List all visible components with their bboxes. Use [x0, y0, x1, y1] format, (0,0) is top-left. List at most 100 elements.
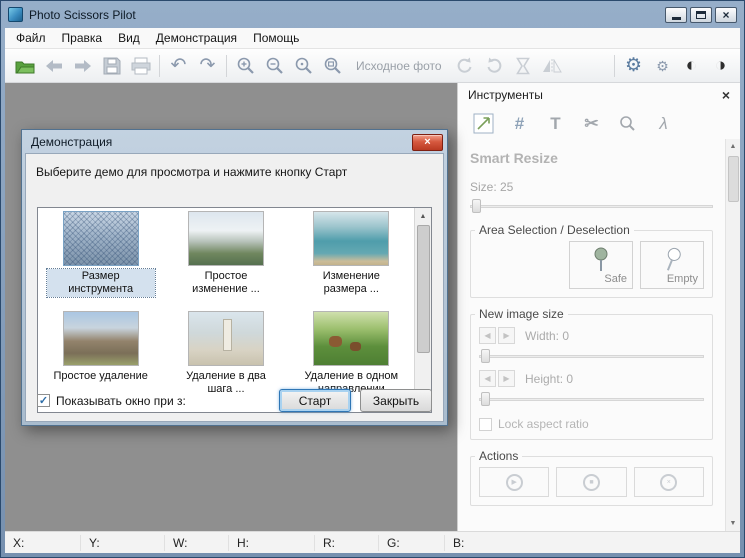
slider-thumb[interactable]: [481, 349, 490, 363]
zoom-in-button[interactable]: [231, 52, 260, 79]
minimize-button[interactable]: [665, 6, 687, 23]
demo-caption: Простое удаление: [53, 370, 148, 382]
dialog-body: Выберите демо для просмотра и нажмите кн…: [25, 153, 444, 422]
status-y: Y:: [81, 534, 165, 551]
back-arrow-icon: [45, 59, 62, 72]
hourglass-button[interactable]: [509, 52, 538, 79]
height-increase-button[interactable]: ▶: [498, 370, 515, 387]
scrollbar-thumb[interactable]: [416, 225, 430, 353]
empty-button[interactable]: Empty: [640, 241, 704, 289]
demo-thumbnail: [62, 311, 139, 366]
stop-button[interactable]: ■: [556, 467, 627, 497]
zoom-actual-button[interactable]: [289, 52, 318, 79]
undo-button[interactable]: ↶: [164, 52, 193, 79]
lock-aspect-checkbox[interactable]: [479, 417, 492, 431]
smart-resize-title: Smart Resize: [470, 150, 558, 166]
dialog-footer: ✓ Показывать окно при з: Старт Закрыть: [37, 389, 432, 412]
size-slider[interactable]: [470, 198, 713, 214]
width-increase-button[interactable]: ▶: [498, 327, 515, 344]
scroll-down-icon[interactable]: ▼: [726, 516, 741, 531]
text-tool-button[interactable]: T: [542, 110, 569, 137]
demo-thumbnail: [313, 211, 390, 266]
dialog-close-action-button[interactable]: Закрыть: [360, 389, 432, 412]
titlebar: Photo Scissors Pilot ×: [1, 1, 744, 28]
scissors-tool-button[interactable]: ✂: [578, 110, 605, 137]
panel-header: Инструменты ×: [458, 83, 740, 105]
window-controls: ×: [665, 6, 737, 23]
scrollbar-thumb[interactable]: [727, 156, 739, 202]
grid-tool-button[interactable]: #: [506, 110, 533, 137]
maximize-icon: [696, 10, 706, 19]
menu-help[interactable]: Помощь: [245, 29, 307, 47]
close-button[interactable]: ×: [715, 6, 737, 23]
slider-thumb[interactable]: [472, 199, 481, 213]
dialog-close-button[interactable]: ×: [412, 133, 443, 151]
actions-group-title: Actions: [475, 449, 523, 463]
settings-button[interactable]: ⚙: [619, 52, 648, 79]
height-slider[interactable]: [479, 391, 704, 407]
right-arrow-icon: ▶: [503, 374, 510, 383]
invert-icon: ◑: [714, 55, 727, 76]
grid-tool-icon: #: [514, 114, 525, 133]
actions-group: Actions ▶ ■ ×: [470, 449, 713, 506]
print-button[interactable]: [126, 52, 155, 79]
tool-buttons-row: # T ✂ λ: [458, 105, 740, 142]
toolbar-separator: [226, 54, 227, 77]
play-button[interactable]: ▶: [479, 467, 550, 497]
menu-view[interactable]: Вид: [110, 29, 148, 47]
status-g: G:: [379, 534, 445, 551]
show-on-start-checkbox[interactable]: ✓: [37, 394, 50, 407]
rotate-cw-icon: [487, 57, 502, 73]
menu-demo[interactable]: Демонстрация: [148, 29, 245, 47]
path-tool-icon: λ: [659, 114, 668, 133]
width-slider[interactable]: [479, 348, 704, 364]
panel-close-button[interactable]: ×: [720, 88, 732, 102]
menu-file[interactable]: Файл: [8, 29, 54, 47]
menu-edit[interactable]: Правка: [54, 29, 111, 47]
size-label: Size: 25: [470, 180, 514, 194]
panel-scrollbar[interactable]: ▲ ▼: [725, 139, 740, 531]
app-icon: [8, 7, 23, 22]
empty-label: Empty: [666, 273, 698, 285]
save-button[interactable]: [97, 52, 126, 79]
scissors-icon: ✂: [584, 114, 599, 133]
contrast-button[interactable]: ◐: [677, 52, 706, 79]
cancel-button[interactable]: ×: [633, 467, 704, 497]
flip-horizontal-button[interactable]: [538, 52, 567, 79]
close-icon: ×: [722, 7, 730, 22]
start-button[interactable]: Старт: [279, 389, 351, 412]
scroll-up-icon[interactable]: ▲: [726, 139, 741, 154]
back-button[interactable]: [39, 52, 68, 79]
width-decrease-button[interactable]: ◀: [479, 327, 496, 344]
zoom-out-button[interactable]: [260, 52, 289, 79]
demo-item-resize[interactable]: Изменение размера ...: [289, 211, 414, 311]
open-button[interactable]: [10, 52, 39, 79]
panel-body: Smart Resize Size: 25 Area Selection / D…: [458, 142, 725, 531]
height-decrease-button[interactable]: ◀: [479, 370, 496, 387]
slider-track: [479, 355, 704, 358]
tools-panel: Инструменты × # T ✂ λ Smart Resize Size:…: [457, 83, 740, 531]
path-tool-button[interactable]: λ: [650, 110, 677, 137]
rotate-cw-button[interactable]: [480, 52, 509, 79]
zoom-fit-button[interactable]: [318, 52, 347, 79]
invert-button[interactable]: ◑: [706, 52, 735, 79]
panel-title: Инструменты: [468, 88, 543, 102]
right-arrow-icon: ▶: [503, 331, 510, 340]
resize-tool-button[interactable]: [470, 110, 497, 137]
settings-small-button[interactable]: ⚙: [648, 52, 677, 79]
zoom-tool-button[interactable]: [614, 110, 641, 137]
slider-thumb[interactable]: [481, 392, 490, 406]
demo-item-simple-change[interactable]: Простое изменение ...: [163, 211, 288, 311]
rotate-ccw-button[interactable]: [451, 52, 480, 79]
demo-item-tool-size[interactable]: Размер инструмента: [38, 211, 163, 311]
scroll-up-icon[interactable]: ▲: [415, 208, 432, 224]
maximize-button[interactable]: [690, 6, 712, 23]
list-scrollbar[interactable]: ▲ ▼: [414, 208, 431, 412]
safe-button[interactable]: Safe: [569, 241, 633, 289]
redo-button[interactable]: ↷: [193, 52, 222, 79]
new-image-size-group: New image size ◀ ▶ Width: 0 ◀ ▶ Height: …: [470, 307, 713, 440]
forward-button[interactable]: [68, 52, 97, 79]
safe-label: Safe: [604, 273, 627, 285]
text-tool-icon: T: [550, 114, 561, 133]
redo-icon: ↷: [199, 55, 216, 76]
